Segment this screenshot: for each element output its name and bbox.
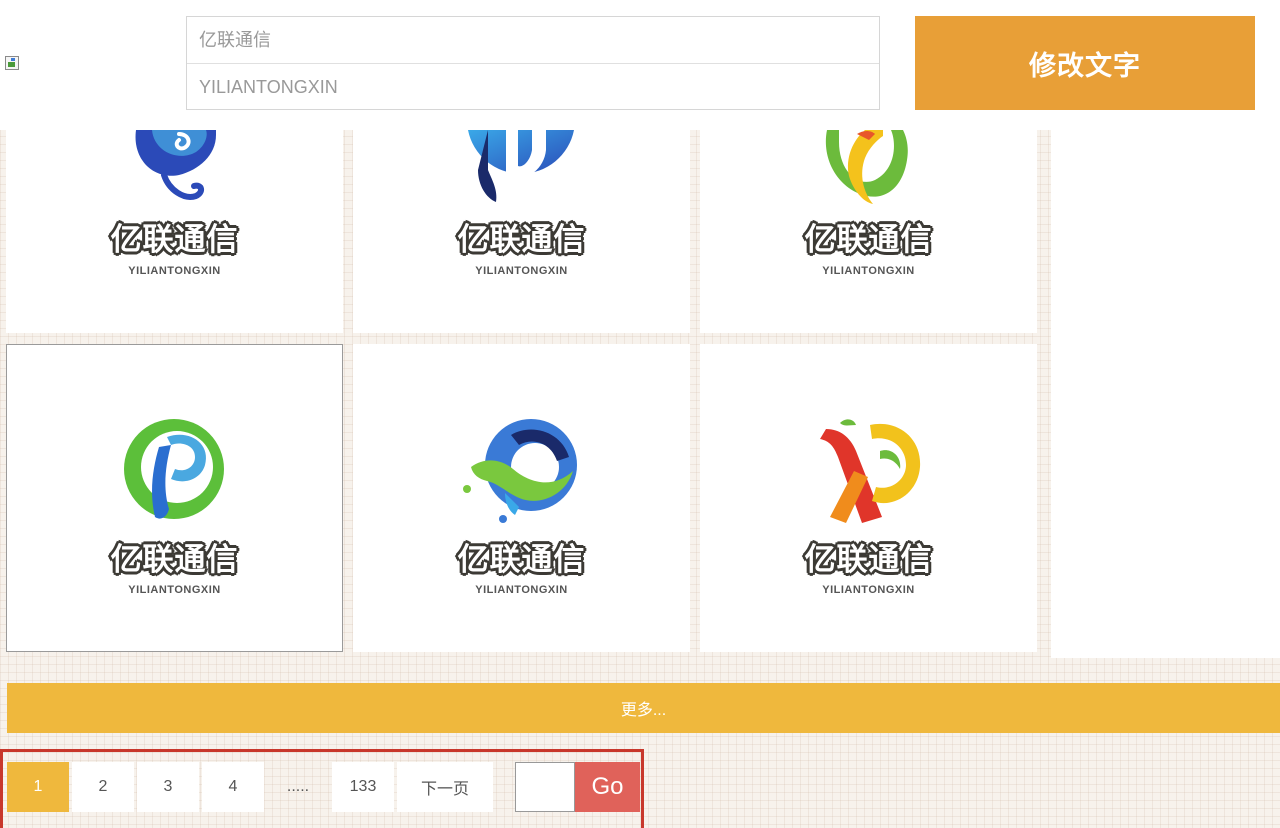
- company-pinyin-input[interactable]: [187, 64, 879, 110]
- text-inputs-box: [186, 16, 880, 110]
- pagination: 1 2 3 4 ..... 133 下一页 Go: [0, 749, 644, 828]
- logo-card[interactable]: 亿联通信 YILIANTONGXIN: [6, 130, 343, 333]
- logo-chinese-name: 亿联通信: [804, 222, 933, 258]
- next-page-button[interactable]: 下一页: [397, 762, 493, 812]
- logo-english-name: YILIANTONGXIN: [128, 584, 221, 596]
- last-page-button[interactable]: 133: [332, 762, 394, 812]
- logo-card-selected[interactable]: 亿联通信 YILIANTONGXIN: [6, 344, 343, 652]
- green-yellow-c-logo-icon: [825, 130, 908, 204]
- logo-chinese-name: 亿联通信: [457, 222, 586, 258]
- page-2-button[interactable]: 2: [72, 762, 134, 812]
- edit-text-button[interactable]: 修改文字: [915, 16, 1255, 110]
- logo-chinese-name: 亿联通信: [804, 542, 933, 578]
- logo-english-name: YILIANTONGXIN: [475, 265, 568, 277]
- page-4-button[interactable]: 4: [202, 762, 264, 812]
- blue-green-q-logo-icon: [463, 419, 577, 523]
- logo-english-name: YILIANTONGXIN: [128, 265, 221, 277]
- red-yellow-xd-logo-icon: [820, 419, 921, 523]
- go-button[interactable]: Go: [575, 762, 640, 812]
- right-blank-panel: [1051, 130, 1280, 658]
- logo-card[interactable]: 亿联通信 YILIANTONGXIN: [353, 130, 690, 333]
- logo-card[interactable]: 亿联通信 YILIANTONGXIN: [700, 344, 1037, 652]
- broken-image-icon: [5, 56, 21, 72]
- logo-english-name: YILIANTONGXIN: [822, 584, 915, 596]
- logo-card[interactable]: 亿联通信 YILIANTONGXIN: [700, 130, 1037, 333]
- more-button[interactable]: 更多...: [7, 683, 1280, 733]
- logo-english-name: YILIANTONGXIN: [475, 584, 568, 596]
- green-blue-p-logo-icon: [124, 419, 224, 519]
- logo-english-name: YILIANTONGXIN: [822, 265, 915, 277]
- logo-card[interactable]: 亿联通信 YILIANTONGXIN: [353, 344, 690, 652]
- page-1-button[interactable]: 1: [7, 762, 69, 812]
- logo-chinese-name: 亿联通信: [457, 542, 586, 578]
- page-number-input[interactable]: [515, 762, 575, 812]
- page-3-button[interactable]: 3: [137, 762, 199, 812]
- company-name-input[interactable]: [187, 17, 879, 63]
- logo-chinese-name: 亿联通信: [110, 222, 239, 258]
- blue-circle-d-logo-icon: [468, 130, 574, 202]
- blue-swirl-p-logo-icon: [135, 130, 216, 200]
- header: 修改文字: [0, 0, 1280, 130]
- pagination-ellipsis: .....: [286, 778, 310, 795]
- logo-chinese-name: 亿联通信: [110, 542, 239, 578]
